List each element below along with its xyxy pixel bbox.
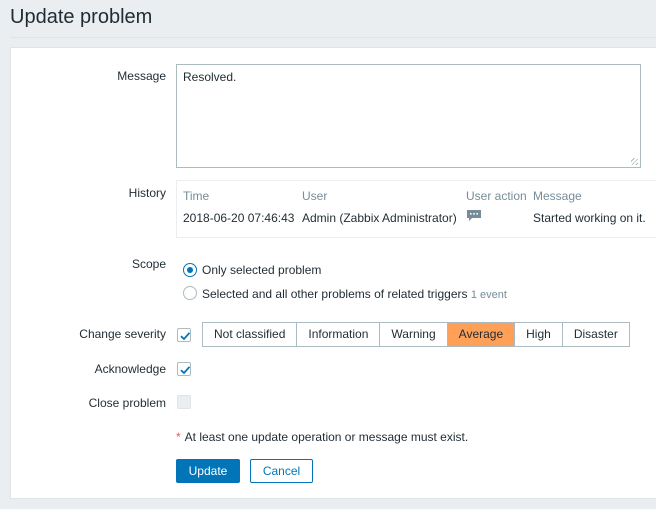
scope-radio-selected-problem[interactable] bbox=[183, 263, 197, 277]
comment-icon bbox=[466, 209, 482, 222]
scope-option-related-triggers[interactable]: Selected and all other problems of relat… bbox=[202, 287, 507, 301]
check-icon bbox=[180, 366, 191, 375]
history-cell-time: 2018-06-20 07:46:43 bbox=[183, 211, 295, 225]
acknowledge-checkbox[interactable] bbox=[177, 362, 191, 376]
severity-information[interactable]: Information bbox=[297, 323, 381, 346]
history-col-user: User bbox=[302, 189, 328, 203]
scope-label: Scope bbox=[131, 257, 166, 271]
close-problem-label: Close problem bbox=[88, 396, 166, 410]
title-divider bbox=[10, 37, 656, 38]
cancel-button[interactable]: Cancel bbox=[250, 459, 313, 483]
message-textarea[interactable]: Resolved. bbox=[176, 64, 641, 168]
history-label: History bbox=[128, 186, 166, 200]
history-cell-message: Started working on it. bbox=[533, 211, 646, 225]
required-asterisk: * bbox=[176, 430, 181, 444]
close-problem-checkbox[interactable] bbox=[177, 395, 191, 409]
scope-option-related-triggers-label: Selected and all other problems of relat… bbox=[202, 287, 468, 301]
resize-handle[interactable] bbox=[631, 158, 638, 165]
message-label: Message bbox=[117, 69, 166, 83]
update-button[interactable]: Update bbox=[176, 459, 240, 483]
history-col-time: Time bbox=[183, 189, 210, 203]
history-table: Time User User action Message 2018-06-20… bbox=[176, 180, 656, 238]
scope-radio-related-triggers[interactable] bbox=[183, 286, 197, 300]
severity-warning[interactable]: Warning bbox=[380, 323, 448, 346]
validation-note-text: At least one update operation or message… bbox=[184, 430, 469, 444]
severity-disaster[interactable]: Disaster bbox=[563, 323, 629, 346]
severity-segmented-control: Not classified Information Warning Avera… bbox=[202, 322, 630, 347]
event-count: 1 event bbox=[470, 289, 507, 301]
history-col-user-action: User action bbox=[466, 189, 527, 203]
scope-option-selected-problem[interactable]: Only selected problem bbox=[202, 263, 321, 277]
change-severity-checkbox[interactable] bbox=[177, 328, 191, 342]
validation-note: * At least one update operation or messag… bbox=[176, 430, 468, 444]
severity-high[interactable]: High bbox=[515, 323, 563, 346]
severity-average[interactable]: Average bbox=[447, 323, 516, 346]
severity-not-classified[interactable]: Not classified bbox=[203, 323, 298, 346]
acknowledge-label: Acknowledge bbox=[94, 362, 166, 376]
message-text: Resolved. bbox=[183, 70, 237, 84]
history-cell-user: Admin (Zabbix Administrator) bbox=[302, 211, 457, 225]
page-title: Update problem bbox=[10, 6, 153, 28]
check-icon bbox=[180, 332, 191, 341]
change-severity-label: Change severity bbox=[79, 327, 166, 341]
history-col-message: Message bbox=[533, 189, 582, 203]
